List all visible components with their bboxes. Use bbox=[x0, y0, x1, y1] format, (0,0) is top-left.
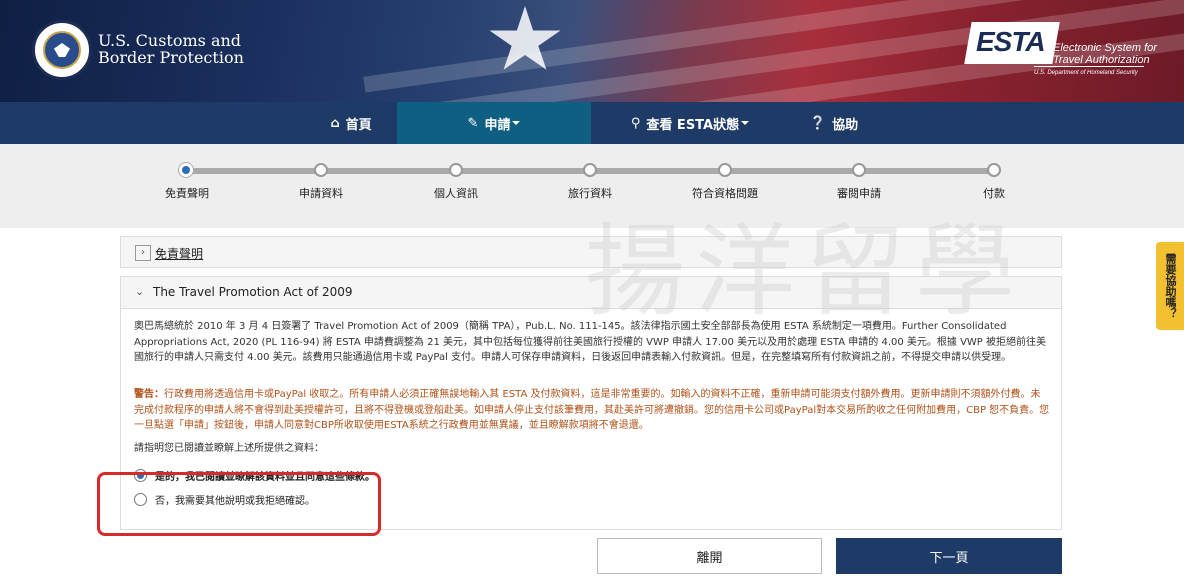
search-icon: ⚲ bbox=[630, 115, 641, 131]
step-label-disclaimer: 免責聲明 bbox=[165, 187, 209, 200]
step-dot-personal-info[interactable] bbox=[449, 163, 463, 177]
step-label-eligibility: 符合資格問題 bbox=[692, 187, 758, 200]
nav-check-status-label: 查看 ESTA狀態 bbox=[646, 117, 740, 133]
chevron-down-icon bbox=[741, 121, 750, 125]
next-button[interactable]: 下一頁 bbox=[836, 538, 1062, 574]
dhs-seal-icon[interactable] bbox=[32, 20, 92, 80]
esta-subtitle: U.S. Department of Homeland Security bbox=[1034, 70, 1138, 76]
accordion-disclaimer[interactable]: › 免責聲明 bbox=[120, 236, 1062, 268]
agency-name-line2: Border Protection bbox=[98, 48, 244, 67]
nav-apply-label: 申請 bbox=[484, 117, 511, 133]
nav-help[interactable]: ❔ 協助 bbox=[796, 102, 872, 144]
step-label-application-info: 申請資料 bbox=[299, 187, 343, 200]
accordion-travel-promotion-act-title: The Travel Promotion Act of 2009 bbox=[153, 285, 353, 299]
nav-home[interactable]: ⌂ 首頁 bbox=[305, 102, 397, 144]
accordion-travel-promotion-act-header[interactable]: ⌄ The Travel Promotion Act of 2009 bbox=[121, 277, 1061, 309]
warning-text: 行政費用將透過信用卡或PayPal 收取之。所有申請人必須正確無誤地輸入其 ES… bbox=[134, 389, 1050, 431]
step-label-payment: 付款 bbox=[983, 187, 1005, 200]
step-dot-review[interactable] bbox=[852, 163, 866, 177]
chevron-down-icon bbox=[512, 121, 521, 125]
esta-description: Electronic System for Travel Authorizati… bbox=[1053, 42, 1157, 66]
annotation-highlight-box bbox=[97, 472, 381, 536]
esta-desc-line2: Travel Authorization bbox=[1053, 54, 1150, 66]
leave-button[interactable]: 離開 bbox=[597, 538, 822, 574]
pencil-icon: ✎ bbox=[467, 115, 479, 131]
agency-name[interactable]: U.S. Customs and Border Protection bbox=[98, 32, 244, 66]
nav-apply[interactable]: ✎ 申請 bbox=[397, 102, 591, 144]
warning-label: 警告： bbox=[134, 389, 164, 400]
nav-home-label: 首頁 bbox=[345, 117, 372, 133]
esta-divider bbox=[1034, 66, 1144, 67]
accordion-disclaimer-title[interactable]: 免責聲明 bbox=[155, 245, 203, 262]
step-label-travel-info: 旅行資料 bbox=[568, 187, 612, 200]
esta-desc-line1: Electronic System for bbox=[1053, 42, 1157, 54]
step-dot-eligibility[interactable] bbox=[718, 163, 732, 177]
chevron-right-icon: › bbox=[135, 245, 151, 261]
nav-check-status[interactable]: ⚲ 查看 ESTA狀態 bbox=[610, 102, 770, 144]
chevron-down-icon: ⌄ bbox=[135, 285, 145, 298]
esta-logo[interactable]: ESTA bbox=[976, 26, 1046, 58]
step-dot-disclaimer[interactable] bbox=[179, 163, 193, 177]
tpa-paragraph: 奧巴馬總統於 2010 年 3 月 4 日簽署了 Travel Promotio… bbox=[134, 321, 1047, 363]
step-dot-application-info[interactable] bbox=[314, 163, 328, 177]
warning-paragraph: 警告：行政費用將透過信用卡或PayPal 收取之。所有申請人必須正確無誤地輸入其… bbox=[134, 387, 1050, 434]
acknowledge-prompt: 請指明您已閱讀並瞭解上述所提供之資料： bbox=[134, 443, 324, 454]
home-icon: ⌂ bbox=[330, 115, 340, 131]
main-nav: ⌂ 首頁 ✎ 申請 ⚲ 查看 ESTA狀態 ❔ 協助 bbox=[0, 102, 1184, 144]
step-dot-payment[interactable] bbox=[987, 163, 1001, 177]
step-label-review: 審閱申請 bbox=[837, 187, 881, 200]
question-icon: ❔ bbox=[809, 115, 827, 131]
help-tab[interactable]: 需要協助嗎？ bbox=[1156, 242, 1184, 330]
step-dot-travel-info[interactable] bbox=[583, 163, 597, 177]
nav-help-label: 協助 bbox=[832, 117, 859, 133]
agency-name-line1: U.S. Customs and bbox=[98, 31, 242, 50]
step-label-personal-info: 個人資訊 bbox=[434, 187, 478, 200]
site-header: U.S. Customs and Border Protection ESTA … bbox=[0, 0, 1184, 102]
progress-tracker: 免責聲明 申請資料 個人資訊 旅行資料 符合資格問題 審閱申請 付款 bbox=[0, 144, 1184, 228]
